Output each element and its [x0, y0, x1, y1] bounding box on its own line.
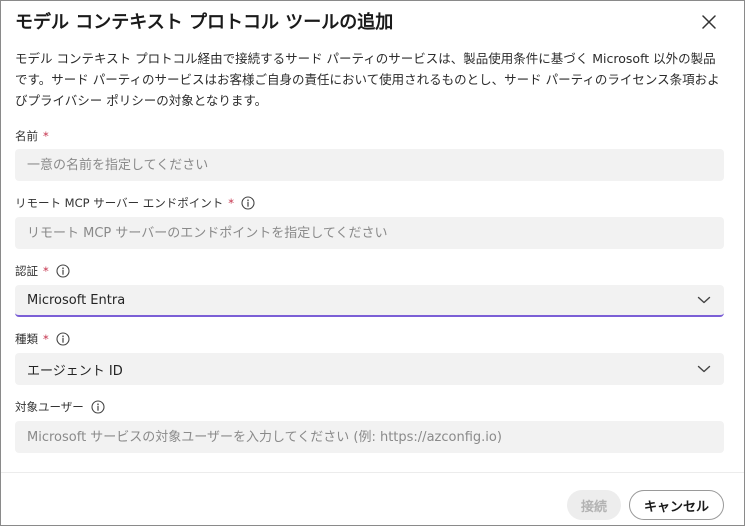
name-required-mark: * [43, 129, 49, 143]
endpoint-required-mark: * [228, 196, 234, 210]
close-icon [702, 15, 716, 29]
dialog-title: モデル コンテキスト プロトコル ツールの追加 [15, 12, 394, 33]
endpoint-input[interactable] [15, 217, 724, 249]
type-required-mark: * [43, 332, 49, 346]
type-label: 種類 [15, 332, 38, 346]
close-button[interactable] [698, 11, 720, 33]
endpoint-info-icon[interactable] [241, 196, 255, 210]
chevron-down-icon [696, 292, 712, 308]
auth-label-row: 認証 * [15, 263, 70, 279]
add-mcp-tool-dialog: モデル コンテキスト プロトコル ツールの追加 モデル コンテキスト プロトコル… [0, 0, 745, 526]
audience-label-row: 対象ユーザー [15, 399, 105, 415]
name-input[interactable] [15, 149, 724, 181]
dialog-description: モデル コンテキスト プロトコル経由で接続するサード パーティのサービスは、製品… [15, 51, 720, 108]
auth-required-mark: * [43, 264, 49, 278]
endpoint-label: リモート MCP サーバー エンドポイント [15, 196, 224, 210]
auth-info-icon[interactable] [56, 264, 70, 278]
name-label: 名前 [15, 129, 38, 143]
type-label-row: 種類 * [15, 331, 70, 347]
chevron-down-icon [696, 361, 712, 377]
name-label-row: 名前 * [15, 128, 49, 144]
endpoint-label-row: リモート MCP サーバー エンドポイント * [15, 195, 255, 211]
audience-label: 対象ユーザー [15, 400, 84, 414]
auth-select-value: Microsoft Entra [27, 292, 126, 308]
audience-info-icon[interactable] [91, 400, 105, 414]
type-info-icon[interactable] [56, 332, 70, 346]
auth-label: 認証 [15, 264, 38, 278]
footer-divider [1, 472, 744, 473]
type-select[interactable]: エージェント ID [15, 353, 724, 385]
cancel-button[interactable]: キャンセル [629, 490, 724, 520]
audience-input[interactable] [15, 421, 724, 453]
type-select-value: エージェント ID [27, 363, 123, 379]
connect-button[interactable]: 接続 [567, 490, 621, 520]
auth-select[interactable]: Microsoft Entra [15, 285, 724, 317]
